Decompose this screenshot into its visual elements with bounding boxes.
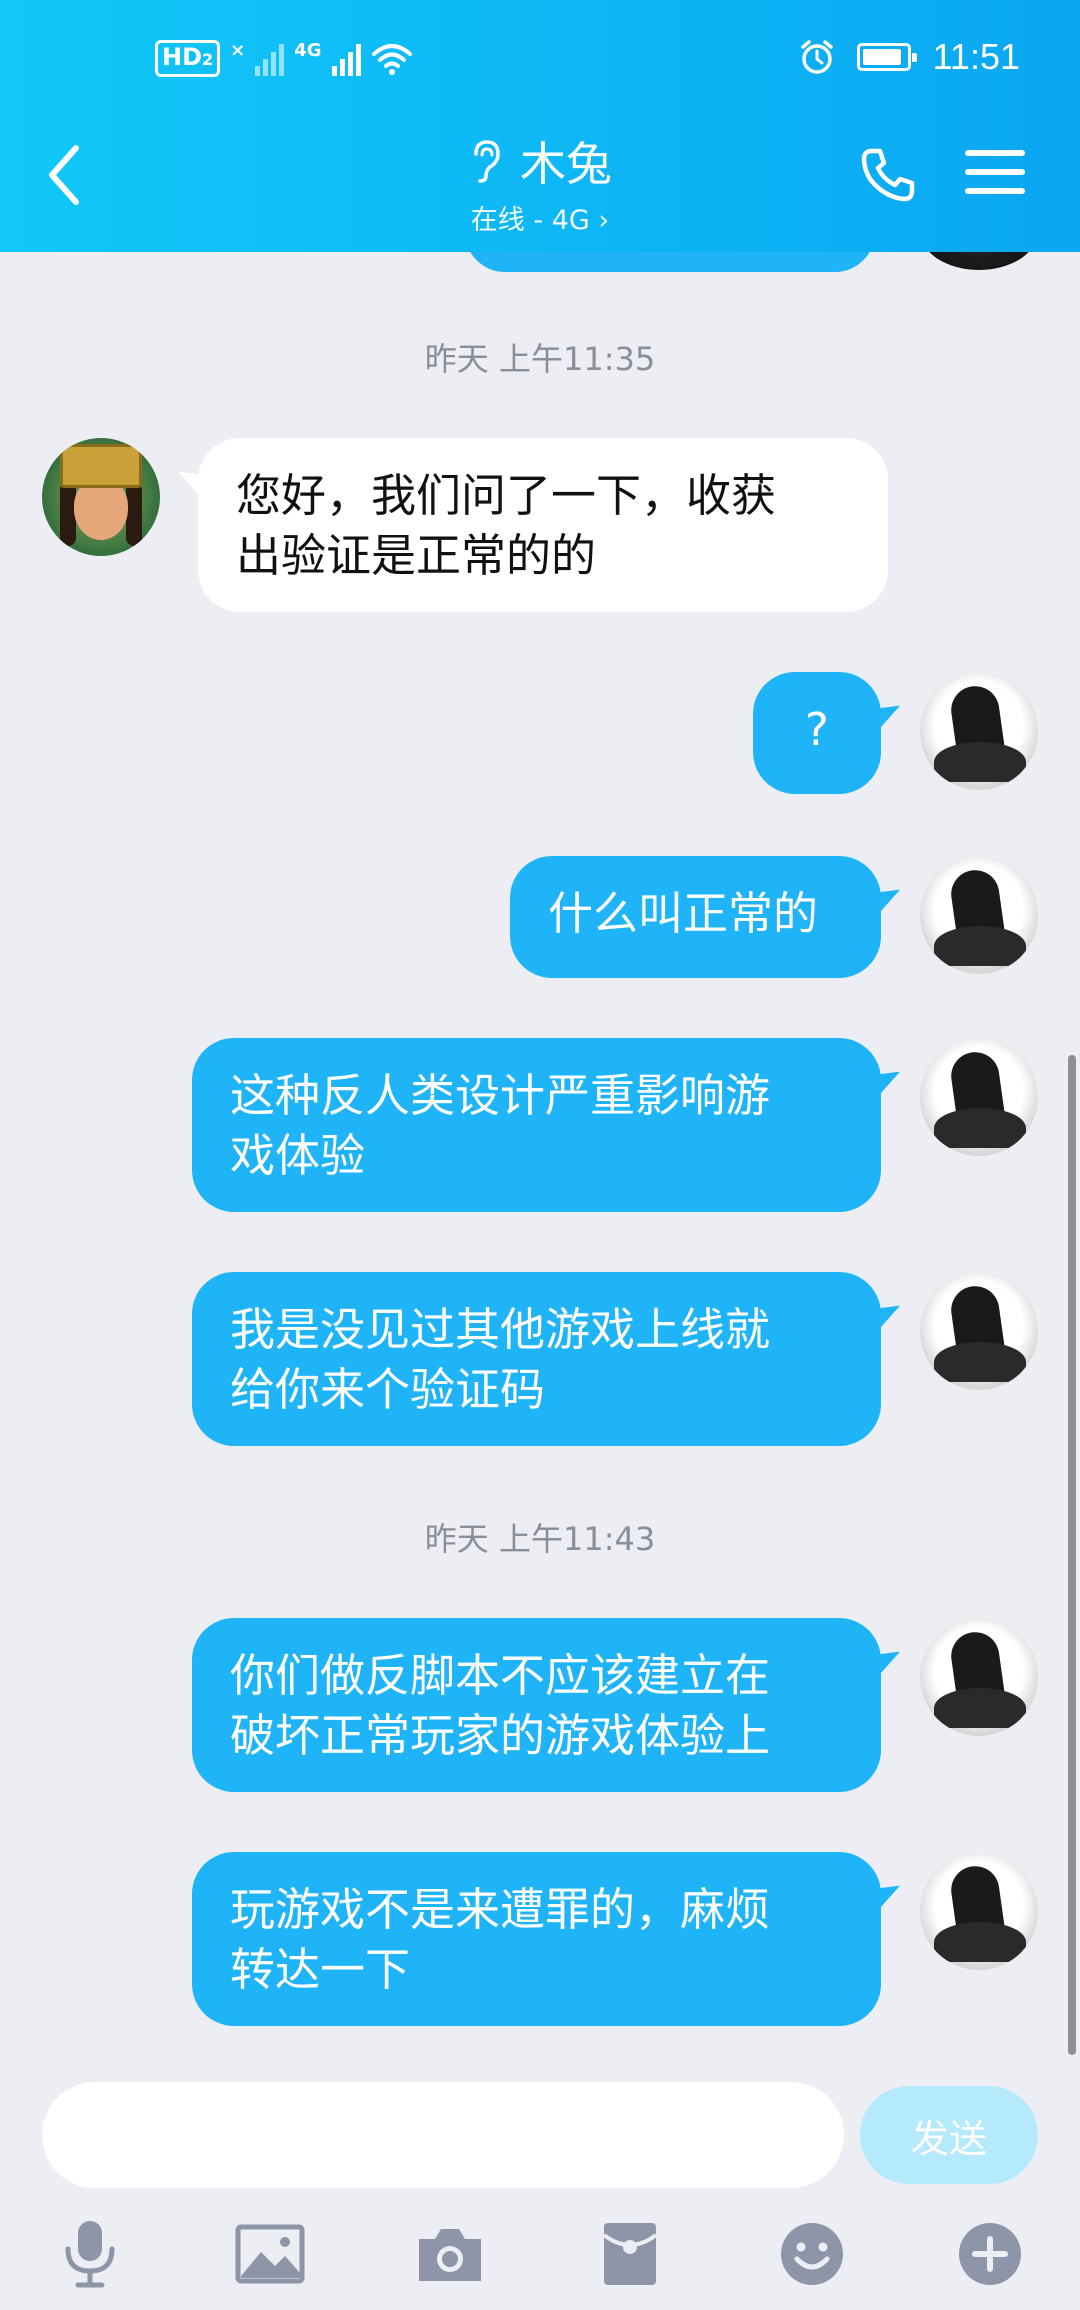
- my-avatar[interactable]: [920, 1272, 1038, 1390]
- emoji-icon: [781, 2223, 843, 2285]
- contact-status[interactable]: 在线 - 4G ›: [0, 198, 1080, 237]
- phone-icon: [861, 148, 915, 202]
- red-packet-button[interactable]: [590, 2214, 670, 2294]
- message-input[interactable]: [42, 2082, 844, 2188]
- message-bubble-outgoing[interactable]: ?: [753, 672, 881, 794]
- my-avatar[interactable]: [920, 672, 1038, 790]
- alarm-icon: [800, 40, 833, 74]
- contact-avatar[interactable]: [42, 438, 160, 556]
- message-list[interactable]: 昨天 上午11:35 您好，我们问了一下，收获 出验证是正常的的 ? 什么叫正常…: [0, 252, 1080, 2064]
- more-button[interactable]: [950, 2214, 1030, 2294]
- microphone-icon: [65, 2221, 115, 2288]
- chat-header: HD2 × 4G 11:51 木兔 在线 - 4G ›: [0, 0, 1080, 252]
- scrollbar[interactable]: [1068, 1055, 1076, 2055]
- previous-message-avatar[interactable]: [920, 252, 1038, 270]
- send-button[interactable]: 发送: [860, 2086, 1038, 2184]
- signal-icon-sim2: [331, 42, 361, 76]
- message-bubble-outgoing[interactable]: 你们做反脚本不应该建立在 破坏正常玩家的游戏体验上: [192, 1618, 881, 1792]
- chat-title-area[interactable]: 木兔 在线 - 4G ›: [0, 128, 1080, 237]
- status-left: HD2 × 4G: [155, 40, 413, 77]
- message-text: ?: [805, 703, 829, 756]
- voice-button[interactable]: [50, 2214, 130, 2294]
- menu-icon-line: [965, 150, 1025, 156]
- emoji-button[interactable]: [772, 2214, 852, 2294]
- message-bubble-outgoing[interactable]: 什么叫正常的: [510, 856, 881, 978]
- message-text: 您好，我们问了一下，收获 出验证是正常的的: [236, 469, 777, 582]
- title-line: 木兔: [468, 128, 612, 194]
- camera-button[interactable]: [410, 2214, 490, 2294]
- red-packet-icon: [602, 2223, 658, 2285]
- message-bubble-incoming[interactable]: 您好，我们问了一下，收获 出验证是正常的的: [198, 438, 888, 612]
- message-text: 这种反人类设计严重影响游 戏体验: [230, 1069, 771, 1182]
- message-text: 玩游戏不是来遭罪的，麻烦 转达一下: [230, 1883, 771, 1996]
- message-text: 什么叫正常的: [548, 887, 819, 940]
- photo-button[interactable]: [230, 2214, 310, 2294]
- message-bubble-outgoing[interactable]: 这种反人类设计严重影响游 戏体验: [192, 1038, 881, 1212]
- status-bar: HD2 × 4G 11:51: [0, 0, 1080, 125]
- menu-icon-line: [965, 169, 1025, 175]
- my-avatar[interactable]: [920, 1038, 1038, 1156]
- timestamp: 昨天 上午11:35: [424, 340, 656, 378]
- menu-icon-line: [965, 188, 1025, 194]
- message-text: 你们做反脚本不应该建立在 破坏正常玩家的游戏体验上: [230, 1649, 771, 1762]
- message-bubble-outgoing[interactable]: 我是没见过其他游戏上线就 给你来个验证码: [192, 1272, 881, 1446]
- battery-icon: [856, 43, 917, 71]
- network-type-label: 4G: [294, 40, 322, 61]
- camera-icon: [419, 2229, 481, 2281]
- call-button[interactable]: [858, 145, 918, 205]
- status-time: 11:51: [932, 36, 1020, 77]
- signal-icon-sim1: [255, 42, 285, 76]
- ear-icon: [474, 140, 500, 183]
- sim1-label: ×: [230, 40, 246, 61]
- my-avatar[interactable]: [920, 856, 1038, 974]
- hd-badge: HD2: [155, 40, 221, 77]
- message-bubble-outgoing[interactable]: 玩游戏不是来遭罪的，麻烦 转达一下: [192, 1852, 881, 2026]
- contact-name: 木兔: [520, 137, 612, 191]
- input-toolbar: [0, 2214, 1080, 2310]
- my-avatar[interactable]: [920, 1618, 1038, 1736]
- status-right: 11:51: [799, 36, 1020, 78]
- my-avatar[interactable]: [920, 1852, 1038, 1970]
- timestamp: 昨天 上午11:43: [424, 1520, 656, 1558]
- menu-button[interactable]: [965, 150, 1025, 200]
- battery-level: [862, 49, 901, 65]
- input-area: 发送: [0, 2064, 1080, 2310]
- previous-message-bubble[interactable]: [465, 252, 875, 272]
- plus-icon: [959, 2223, 1021, 2285]
- image-icon: [235, 2224, 305, 2284]
- wifi-icon: [371, 43, 412, 75]
- message-text: 我是没见过其他游戏上线就 给你来个验证码: [230, 1303, 771, 1416]
